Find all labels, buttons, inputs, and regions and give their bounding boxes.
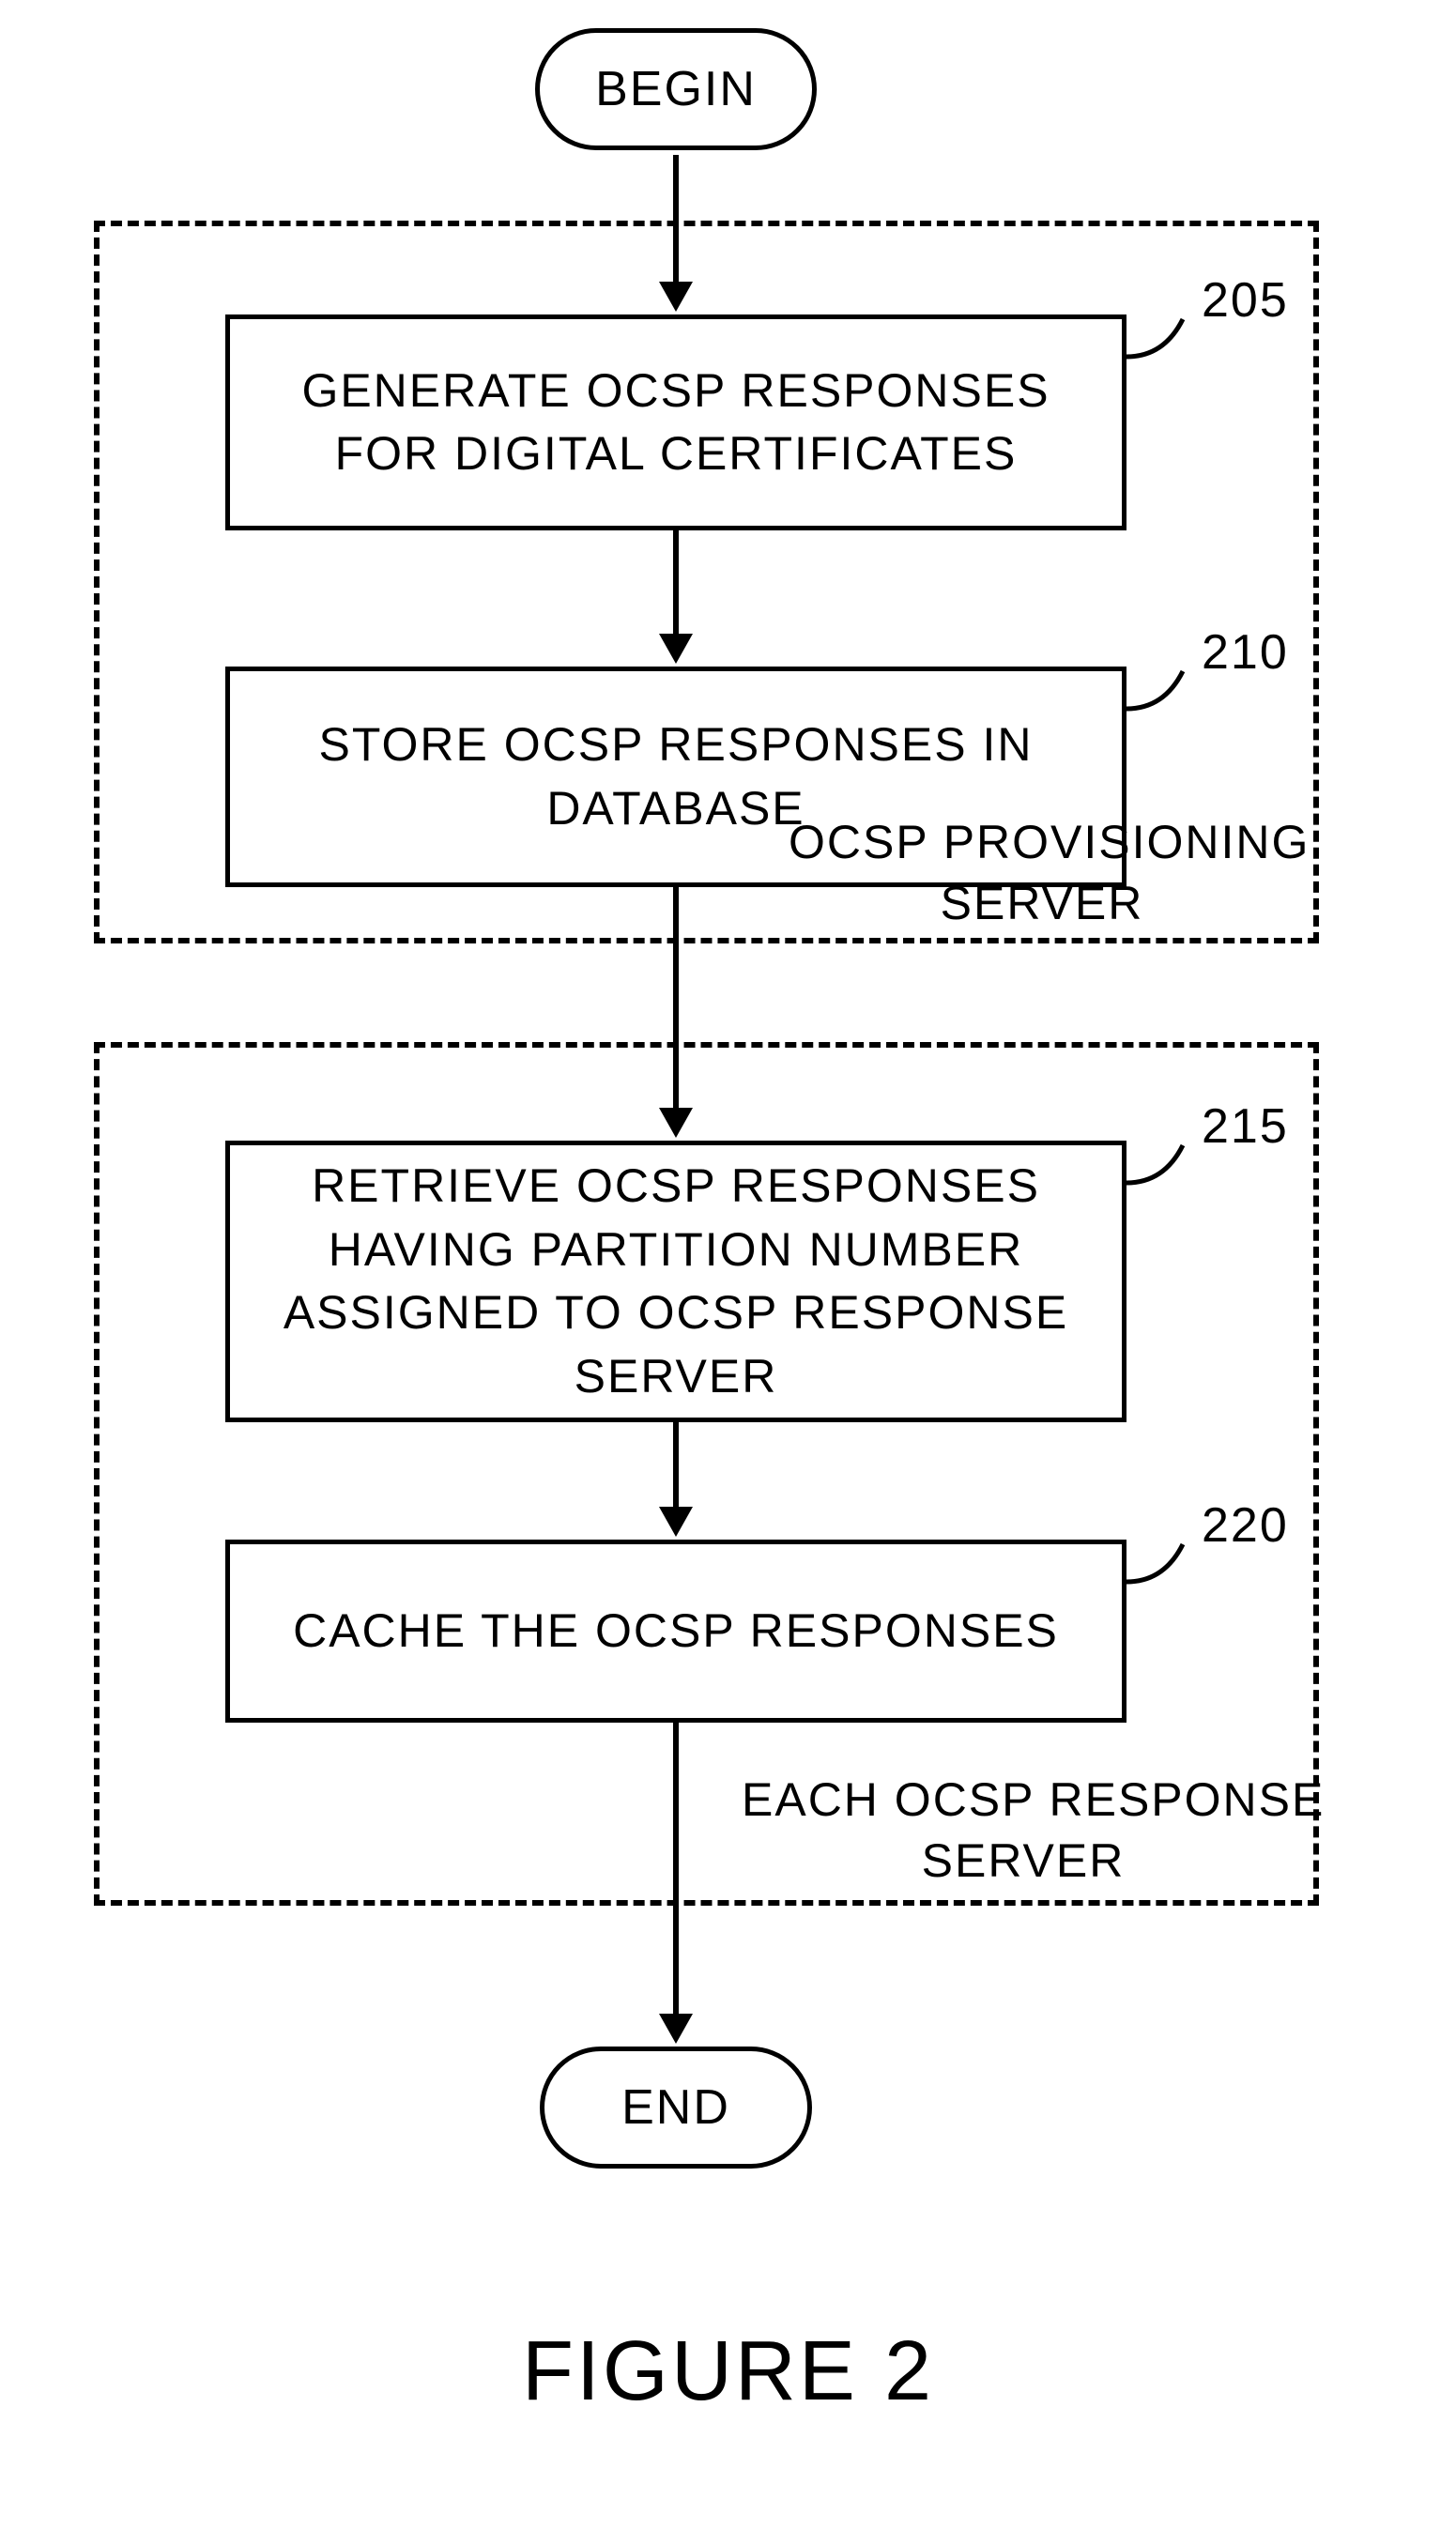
- arrow-205-210: [673, 530, 679, 638]
- step-220: CACHE THE OCSP RESPONSES: [225, 1540, 1126, 1723]
- ref-205: 205: [1202, 272, 1289, 329]
- terminator-end: END: [540, 2047, 812, 2169]
- terminator-begin: BEGIN: [535, 28, 817, 150]
- arrow-head-205-210: [659, 634, 693, 664]
- arrow-head-215-220: [659, 1507, 693, 1537]
- ref-210: 210: [1202, 624, 1289, 681]
- arrow-220-end: [673, 1723, 679, 2018]
- arrow-215-220: [673, 1422, 679, 1511]
- ref-220: 220: [1202, 1497, 1289, 1554]
- ref-215: 215: [1202, 1098, 1289, 1155]
- group-label-provisioning: OCSP PROVISIONING SERVER: [789, 812, 1295, 934]
- step-215: RETRIEVE OCSP RESPONSES HAVING PARTITION…: [225, 1141, 1126, 1422]
- group-label-response: EACH OCSP RESPONSE SERVER: [742, 1770, 1305, 1892]
- flowchart-canvas: BEGIN GENERATE OCSP RESPONSES FOR DIGITA…: [0, 0, 1456, 2545]
- arrow-head-220-end: [659, 2014, 693, 2044]
- step-205: GENERATE OCSP RESPONSES FOR DIGITAL CERT…: [225, 314, 1126, 530]
- figure-title: FIGURE 2: [0, 2323, 1456, 2420]
